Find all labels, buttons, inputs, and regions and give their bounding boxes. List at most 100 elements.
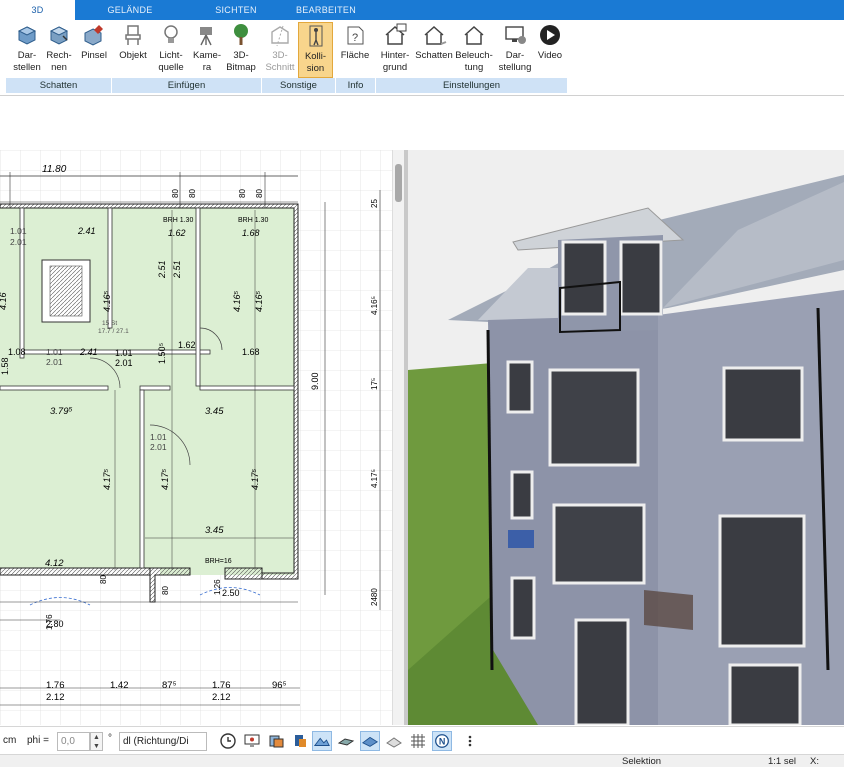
dim-label: 2.12 (46, 692, 65, 703)
dim-label: 1.68 (242, 228, 260, 238)
chair-icon (125, 25, 141, 45)
window (510, 470, 534, 520)
phi-label: phi = (27, 735, 49, 746)
hintergrund-label: Hinter- grund (380, 50, 410, 73)
monitor-settings-icon (505, 26, 526, 44)
schatten-button[interactable]: Schatten (414, 22, 454, 80)
layers-icon[interactable] (266, 731, 286, 751)
dim-label: 2.41 (79, 347, 98, 357)
floor-plan-canvas[interactable]: 11.80 2.41 1.01 2.01 BRH 1.30 BRH 1.30 1… (0, 150, 392, 725)
window (619, 240, 663, 316)
window (506, 360, 534, 414)
bulb-icon (164, 25, 178, 43)
group-schatten: Schatten (6, 78, 112, 93)
dim-label: 4.17⁵ (370, 469, 379, 488)
dim-label: 2.01 (10, 237, 27, 247)
dim-label: 1.01 (46, 347, 63, 357)
brh-label: BRH 1.30 (163, 217, 193, 224)
plan-vertical-scrollbar[interactable] (392, 150, 404, 725)
video-label: Video (537, 50, 563, 61)
dim-label: 87⁵ (162, 680, 177, 691)
brick-icon[interactable] (336, 731, 356, 751)
dim-label: 4.16⁵ (232, 290, 242, 312)
svg-text:?: ? (352, 32, 358, 44)
brh-label: BRH=16 (205, 558, 232, 565)
dim-label: 1.01 (150, 432, 167, 442)
lichtquelle-button[interactable]: Licht- quelle (152, 22, 190, 80)
dim-label: 9.00 (310, 372, 320, 390)
plane-tool-icon[interactable] (360, 731, 380, 751)
kollision-button[interactable]: Kolli- sion (298, 22, 333, 78)
stair-label: 15 St (102, 320, 117, 327)
beleuchtung-button[interactable]: Beleuch- tung (454, 22, 494, 80)
darstellung-button[interactable]: Dar- stellung (496, 22, 534, 80)
dim-label: 25 (370, 199, 379, 208)
objekt-button[interactable]: Objekt (116, 22, 150, 80)
house-shadow-icon (424, 25, 447, 45)
group-einfuegen: Einfügen (112, 78, 262, 93)
paint-icon[interactable] (290, 731, 310, 751)
schnitt-button[interactable]: 3D- Schnitt (263, 22, 297, 80)
tree-icon (234, 24, 248, 45)
kamera-label: Kame- ra (193, 50, 221, 73)
floor-plan-view[interactable]: 11.80 2.41 1.01 2.01 BRH 1.30 BRH 1.30 1… (0, 150, 392, 725)
kamera-button[interactable]: Kame- ra (191, 22, 223, 80)
dim-label: 4.12 (45, 558, 64, 569)
surface-icon[interactable] (384, 731, 404, 751)
dim-label: 4.17⁵ (102, 468, 112, 490)
objekt-label: Objekt (119, 50, 147, 61)
grid-icon[interactable] (408, 731, 428, 751)
window (510, 576, 536, 640)
dim-label: 2.41 (77, 226, 96, 236)
dim-label: 17⁵ (370, 378, 379, 390)
terrain-tool-icon[interactable] (312, 731, 332, 751)
direction-value: dl (Richtung/Di (123, 736, 189, 747)
ribbon-tab-bar: 3D GELÄNDE SICHTEN BEARBEITEN (0, 0, 844, 20)
window (718, 514, 806, 648)
tab-bearbeiten[interactable]: BEARBEITEN (286, 0, 366, 20)
dim-label: 1.01 (10, 226, 27, 236)
dim-label: 1.76 (212, 680, 231, 691)
status-scale: 1:1 sel (768, 756, 796, 767)
3d-view[interactable] (408, 150, 844, 725)
rechnen-button[interactable]: Rech- nen (44, 22, 74, 80)
phi-stepper[interactable]: ▲ ▼ (90, 732, 103, 751)
clock-icon[interactable] (218, 731, 238, 751)
brh-label: BRH 1.30 (238, 217, 268, 224)
more-options-icon[interactable] (460, 731, 480, 751)
bitmap-button[interactable]: 3D- Bitmap (223, 22, 259, 80)
bottom-toolbar: cm phi = ▲▼ ° dl (Richtung/Di N (0, 726, 844, 754)
dim-label: 11.80 (42, 164, 67, 175)
3d-house-render (408, 150, 844, 725)
direction-select[interactable]: dl (Richtung/Di (119, 732, 207, 751)
darstellen-label: Dar- stellen (13, 50, 41, 73)
dim-label: 2.01 (46, 357, 63, 367)
tab-gelaende[interactable]: GELÄNDE (90, 0, 170, 20)
tab-sichten[interactable]: SICHTEN (196, 0, 276, 20)
window (548, 368, 640, 467)
dim-label: 80 (171, 189, 180, 198)
window (722, 366, 804, 442)
video-button[interactable]: Video (534, 22, 566, 80)
dim-label: 1.62 (168, 228, 186, 238)
dim-label: 1.68 (242, 347, 260, 357)
north-icon[interactable]: N (432, 731, 452, 751)
darstellung-label: Dar- stellung (498, 50, 532, 73)
beleuchtung-label: Beleuch- tung (455, 50, 493, 73)
monitor-icon[interactable] (242, 731, 262, 751)
lichtquelle-label: Licht- quelle (158, 50, 184, 73)
hintergrund-button[interactable]: Hinter- grund (376, 22, 414, 80)
outer-wall (0, 567, 151, 576)
dim-label: 4.17⁵ (250, 468, 260, 490)
phi-input[interactable] (57, 732, 90, 751)
pinsel-button[interactable]: Pinsel (78, 22, 110, 80)
dim-label: 80 (255, 189, 264, 198)
kollision-label: Kolli- sion (304, 51, 327, 74)
flaeche-button[interactable]: ? Fläche (338, 22, 372, 80)
darstellen-button[interactable]: Dar- stellen (10, 22, 44, 80)
dim-label: 2.51 (157, 260, 167, 279)
dim-label: 3.45 (205, 406, 224, 417)
scrollbar-thumb[interactable] (395, 164, 402, 202)
svg-text:N: N (439, 737, 446, 747)
tab-3d[interactable]: 3D (0, 0, 75, 20)
